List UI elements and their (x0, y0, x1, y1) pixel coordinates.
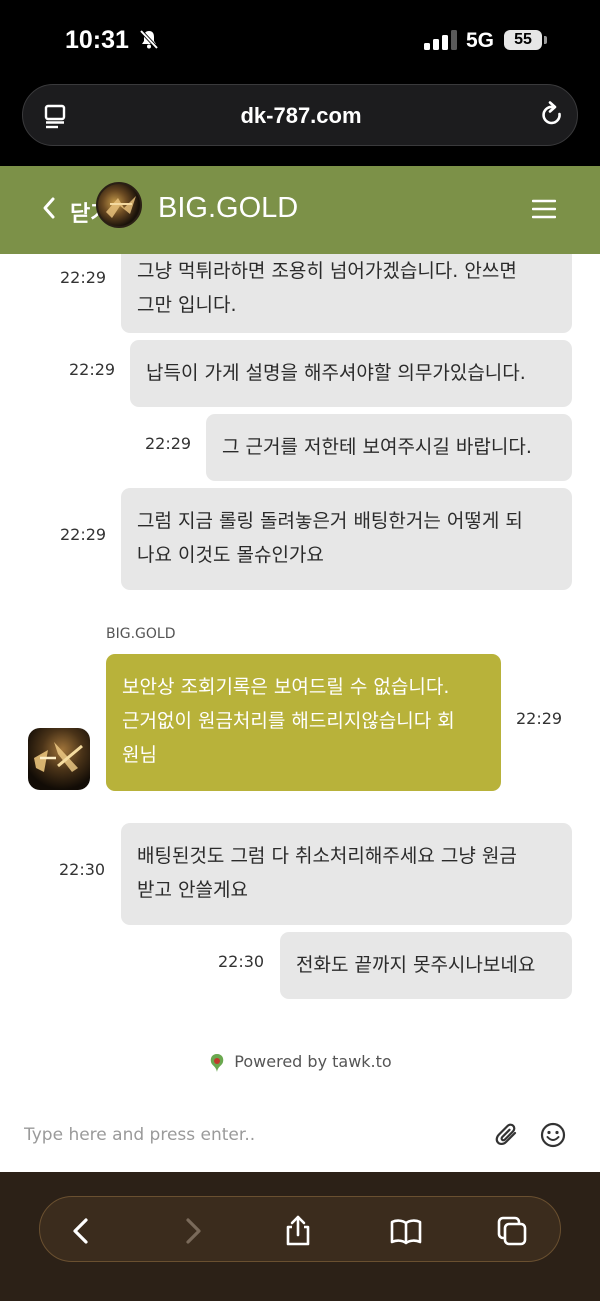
message-line: 근거없이 원금처리를 해드리지않습니다 회 (122, 710, 455, 732)
message-line: 배팅된것도 그럼 다 취소처리해주세요 그냥 원금 (137, 845, 517, 867)
agent-message-bubble: 보안상 조회기록은 보여드릴 수 없습니다. 근거없이 원금처리를 해드리지않습… (106, 654, 501, 791)
message-time: 22:29 (60, 525, 107, 544)
url-text[interactable]: dk-787.com (23, 103, 579, 129)
mute-bell-icon (139, 29, 159, 50)
signal-icon (424, 30, 457, 50)
brand-logo (96, 182, 142, 228)
browser-toolbar (0, 1172, 600, 1301)
message-line: 그 근거를 저한테 보여주시길 바랍니다. (222, 436, 532, 458)
status-time: 10:31 (65, 26, 129, 54)
chat-title: BIG.GOLD (158, 192, 299, 224)
message-line: 그냥 먹튀라하면 조용히 넘어가겠습니다. 안쓰면 (137, 260, 517, 282)
message-line: 나요 이것도 몰슈인가요 (137, 544, 324, 566)
battery-indicator: 55 (504, 30, 542, 50)
battery-nub (544, 36, 547, 44)
user-message-bubble: 그냥 먹튀라하면 조용히 넘어가겠습니다. 안쓰면 그만 입니다. (121, 254, 572, 333)
emoji-icon[interactable] (540, 1122, 566, 1148)
agent-avatar-graphic (34, 742, 83, 772)
chat-message-list[interactable]: 22:29 그냥 먹튀라하면 조용히 넘어가겠습니다. 안쓰면 그만 입니다. … (0, 254, 600, 1106)
message-line: 원님 (122, 744, 157, 766)
brand-logo-graphic (106, 196, 136, 218)
status-bar: 10:31 5G 55 (0, 0, 600, 80)
agent-avatar (28, 728, 90, 790)
back-chevron-icon[interactable] (40, 196, 58, 220)
tawk-icon (211, 1053, 224, 1072)
bookmarks-icon[interactable] (390, 1215, 422, 1247)
chat-header: 닫기 BIG.GOLD (0, 166, 600, 254)
toolbar-pill (39, 1196, 561, 1262)
user-message-bubble: 납득이 가게 설명을 해주셔야할 의무가있습니다. (130, 340, 572, 407)
address-bar[interactable]: dk-787.com (22, 84, 578, 146)
powered-by-text[interactable]: Powered by tawk.to (234, 1052, 391, 1071)
hamburger-menu-icon[interactable] (532, 198, 556, 220)
message-line: 전화도 끝까지 못주시나보네요 (296, 954, 536, 976)
message-line: 납득이 가게 설명을 해주셔야할 의무가있습니다. (146, 362, 526, 384)
message-input-row (0, 1106, 600, 1172)
share-icon[interactable] (282, 1215, 314, 1247)
back-arrow-icon[interactable] (66, 1215, 98, 1247)
forward-arrow-icon[interactable] (176, 1215, 208, 1247)
message-input[interactable] (24, 1120, 464, 1150)
message-time: 22:29 (69, 360, 116, 379)
user-message-bubble: 전화도 끝까지 못주시나보네요 (280, 932, 572, 999)
user-message-bubble: 그 근거를 저한테 보여주시길 바랍니다. (206, 414, 572, 481)
message-line: 보안상 조회기록은 보여드릴 수 없습니다. (122, 676, 450, 698)
message-time: 22:30 (218, 952, 265, 971)
message-line: 그럼 지금 롤링 돌려놓은거 배팅한거는 어떻게 되 (137, 510, 523, 532)
message-time: 22:29 (60, 268, 107, 287)
agent-name: BIG.GOLD (106, 626, 176, 642)
message-line: 그만 입니다. (137, 294, 237, 316)
network-label: 5G (466, 29, 495, 52)
browser-address-area: dk-787.com (0, 80, 600, 166)
user-message-bubble: 그럼 지금 롤링 돌려놓은거 배팅한거는 어떻게 되 나요 이것도 몰슈인가요 (121, 488, 572, 590)
powered-by-link[interactable]: Powered by tawk.to (0, 1052, 600, 1073)
message-time: 22:29 (516, 709, 563, 728)
attach-icon[interactable] (494, 1122, 520, 1148)
user-message-bubble: 배팅된것도 그럼 다 취소처리해주세요 그냥 원금 받고 안쓸게요 (121, 823, 572, 925)
tabs-icon[interactable] (496, 1215, 528, 1247)
reload-icon[interactable] (539, 101, 565, 129)
message-line: 받고 안쓸게요 (137, 879, 248, 901)
message-time: 22:29 (145, 434, 192, 453)
message-time: 22:30 (59, 860, 106, 879)
